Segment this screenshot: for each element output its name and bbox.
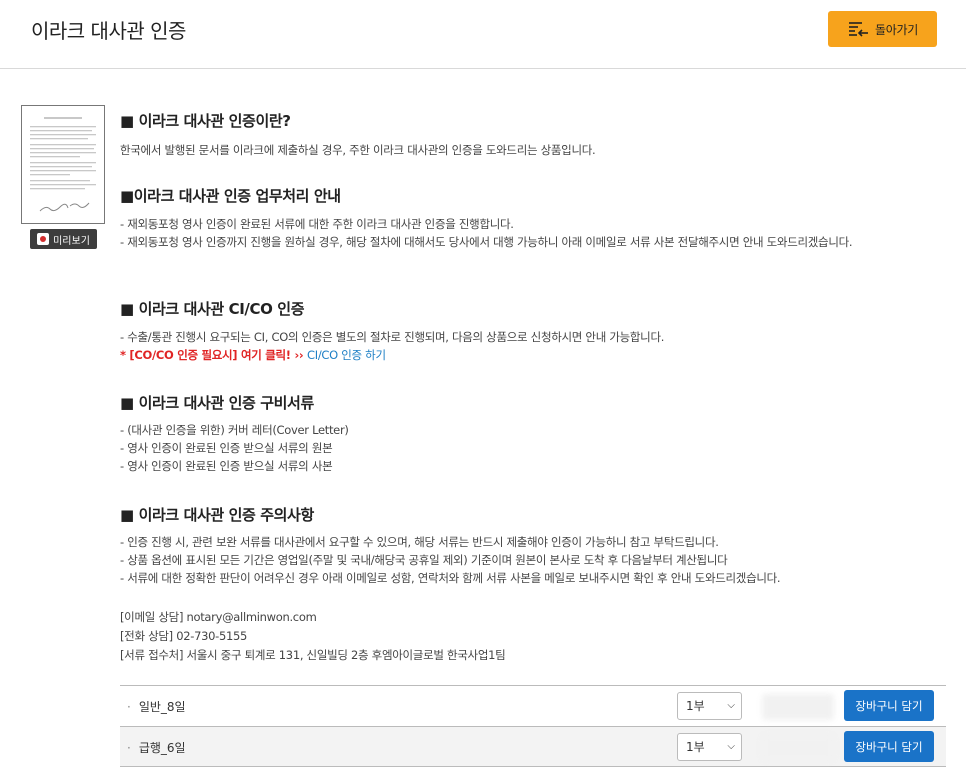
add-to-cart-button[interactable]: 장바구니 담기	[844, 731, 934, 762]
caution-item: - 서류에 대한 정확한 판단이 어려우신 경우 아래 이메일로 성함, 연락처…	[120, 571, 781, 585]
option-label: 급행_6일	[138, 741, 186, 755]
back-button-label: 돌아가기	[875, 22, 918, 37]
option-label: 일반_8일	[138, 700, 186, 714]
section-title-process: ■이라크 대사관 인증 업무처리 안내	[120, 187, 341, 205]
process-line: - 재외동포청 영사 인증이 완료된 서류에 대한 주한 이라크 대사관 인증을…	[120, 217, 514, 231]
section-body-documents: - (대사관 인증을 위한) 커버 레터(Cover Letter) - 영사 …	[120, 421, 349, 475]
section-title-intro: ■ 이라크 대사관 인증이란?	[120, 112, 291, 130]
contact-email: [이메일 상담] notary@allminwon.com	[120, 610, 317, 624]
section-body-process: - 재외동포청 영사 인증이 완료된 서류에 대한 주한 이라크 대사관 인증을…	[120, 215, 910, 251]
section-title-cico: ■ 이라크 대사관 CI/CO 인증	[120, 300, 305, 318]
preview-button[interactable]: 미리보기	[30, 229, 97, 249]
cico-link[interactable]: CI/CO 인증 하기	[307, 348, 386, 362]
page-header: 이라크 대사관 인증 돌아가기	[0, 0, 966, 69]
price-blurred	[762, 694, 834, 720]
preview-label: 미리보기	[53, 235, 90, 247]
option-name: · 급행_6일	[127, 739, 186, 756]
quantity-select[interactable]: 1부 ⌵	[677, 692, 742, 720]
quantity-select[interactable]: 1부 ⌵	[677, 733, 742, 761]
list-back-icon	[849, 22, 869, 37]
contact-info: [이메일 상담] notary@allminwon.com [전화 상담] 02…	[120, 608, 506, 665]
option-name: · 일반_8일	[127, 698, 186, 715]
option-row: · 급행_6일 1부 ⌵ 장바구니 담기	[120, 726, 946, 767]
preview-icon	[37, 233, 50, 245]
caution-item: - 인증 진행 시, 관련 보완 서류를 대사관에서 요구할 수 있으며, 해당…	[120, 535, 719, 549]
price-blurred	[762, 735, 834, 761]
option-row: · 일반_8일 1부 ⌵ 장바구니 담기	[120, 685, 946, 726]
quantity-value: 1부	[686, 740, 705, 754]
cico-line: - 수출/통관 진행시 요구되는 CI, CO의 인증은 별도의 절차로 진행되…	[120, 330, 665, 344]
product-options: · 일반_8일 1부 ⌵ 장바구니 담기 · 급행_6일 1부 ⌵ 장바구니 담기	[120, 685, 946, 767]
contact-phone: [전화 상담] 02-730-5155	[120, 629, 248, 643]
caution-item: - 상품 옵션에 표시된 모든 기간은 영업일(주말 및 국내/해당국 공휴일 …	[120, 553, 728, 567]
section-body-caution: - 인증 진행 시, 관련 보완 서류를 대사관에서 요구할 수 있으며, 해당…	[120, 533, 781, 587]
bullet: ·	[127, 741, 131, 755]
document-item: - 영사 인증이 완료된 인증 받으실 서류의 원본	[120, 441, 333, 455]
section-body-cico: - 수출/통관 진행시 요구되는 CI, CO의 인증은 별도의 절차로 진행되…	[120, 328, 664, 364]
cico-notice-text: * [CO/CO 인증 필요시] 여기 클릭! ››	[120, 348, 308, 362]
add-to-cart-button[interactable]: 장바구니 담기	[844, 690, 934, 721]
quantity-value: 1부	[686, 699, 705, 713]
chevron-down-icon: ⌵	[727, 700, 735, 711]
section-title-documents: ■ 이라크 대사관 인증 구비서류	[120, 394, 314, 412]
document-thumbnail[interactable]	[21, 105, 105, 224]
chevron-down-icon: ⌵	[727, 741, 735, 752]
document-item: - 영사 인증이 완료된 인증 받으실 서류의 사본	[120, 459, 333, 473]
back-button[interactable]: 돌아가기	[828, 11, 937, 47]
cico-notice: * [CO/CO 인증 필요시] 여기 클릭! ›› CI/CO 인증 하기	[120, 346, 664, 364]
bullet: ·	[127, 700, 131, 714]
contact-address: [서류 접수처] 서울시 중구 퇴계로 131, 신일빌딩 2층 후엠아이글로벌…	[120, 648, 506, 662]
page-title: 이라크 대사관 인증	[31, 19, 186, 43]
document-preview-image	[30, 117, 96, 212]
process-line: - 재외동포청 영사 인증까지 진행을 원하실 경우, 해당 절차에 대해서도 …	[120, 235, 853, 249]
document-item: - (대사관 인증을 위한) 커버 레터(Cover Letter)	[120, 423, 349, 437]
section-body-intro: 한국에서 발행된 문서를 이라크에 제출하실 경우, 주한 이라크 대사관의 인…	[120, 143, 596, 157]
section-title-caution: ■ 이라크 대사관 인증 주의사항	[120, 506, 314, 524]
